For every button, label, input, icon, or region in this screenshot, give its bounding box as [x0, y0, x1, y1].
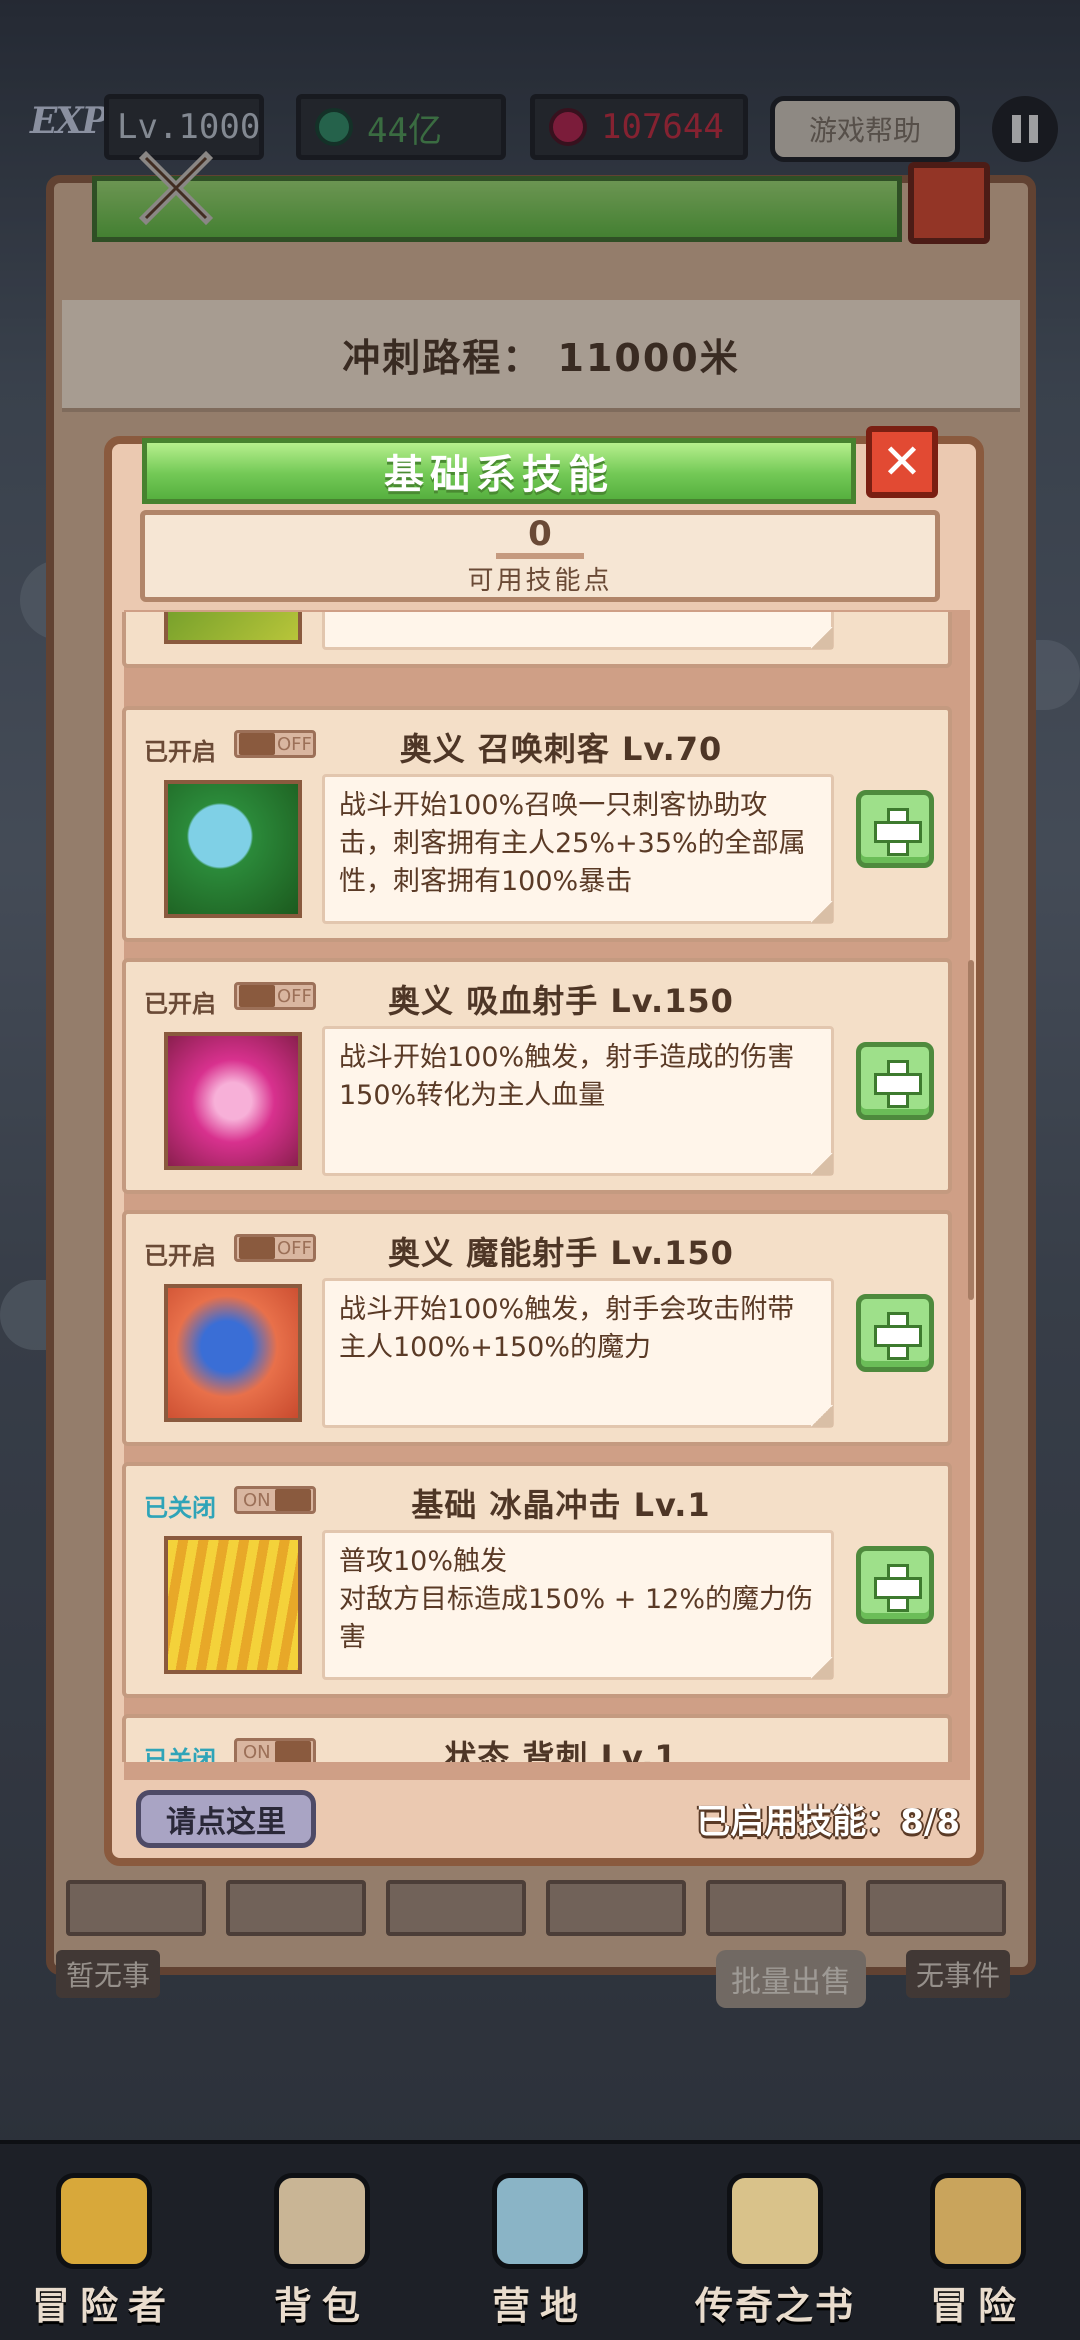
skill-modal-title: 基础系技能	[142, 438, 856, 504]
skill-card: 已关闭 ON 状态 背刺 Lv.1	[122, 1714, 952, 1762]
upgrade-plus-button[interactable]	[856, 790, 934, 868]
skill-name: 奥义 召唤刺客 Lv.70	[399, 730, 723, 768]
skill-description: 战斗开始100%触发，射手造成的伤害150%转化为主人血量	[322, 1026, 834, 1176]
nav-adventure[interactable]: 冒险	[878, 2160, 1078, 2330]
camp-banner-icon	[492, 2173, 588, 2269]
adventurer-helmet-icon	[56, 2173, 152, 2269]
skill-name: 状态 背刺 Lv.1	[444, 1738, 678, 1762]
skill-card: 已开启 OFF 奥义 魔能射手 Lv.150 战斗开始100%触发，射手会攻击附…	[122, 1210, 952, 1446]
nav-label: 传奇之书	[694, 2284, 855, 2328]
nav-camp[interactable]: 营地	[440, 2160, 640, 2330]
skill-points-underline	[496, 553, 584, 559]
skill-description: 战斗开始100%召唤一只刺客协助攻击，刺客拥有主人25%+35%的全部属性，刺客…	[322, 774, 834, 924]
nav-label: 营地	[491, 2284, 588, 2328]
skill-points-label: 可用技能点	[467, 566, 613, 596]
skill-list-scrollbar[interactable]	[968, 960, 974, 1300]
skill-name: 奥义 魔能射手 Lv.150	[388, 1234, 734, 1272]
skill-name: 基础 冰晶冲击 Lv.1	[411, 1486, 711, 1524]
enabled-skills-count: 已启用技能：8/8	[696, 1802, 960, 1842]
skill-description	[322, 612, 834, 650]
magic-archer-skill-icon	[164, 1284, 302, 1422]
skill-card: 已开启 OFF 奥义 吸血射手 Lv.150 战斗开始100%触发，射手造成的伤…	[122, 958, 952, 1194]
skill-modal-close-button[interactable]: ✕	[866, 426, 938, 498]
skill-points-value: 0	[528, 514, 552, 554]
sword-icon	[930, 2173, 1026, 2269]
skill-card: 已开启 OFF 奥义 召唤刺客 Lv.70 战斗开始100%召唤一只刺客协助攻击…	[122, 706, 952, 942]
backpack-icon	[274, 2173, 370, 2269]
nav-legend-book[interactable]: 传奇之书	[660, 2160, 890, 2330]
nav-label: 冒险	[929, 2284, 1026, 2328]
legend-book-icon	[727, 2173, 823, 2269]
assassin-skill-icon	[164, 780, 302, 918]
skill-card: 已关闭 ON 基础 冰晶冲击 Lv.1 普攻10%触发 对敌方目标造成150% …	[122, 1462, 952, 1698]
ice-crystal-skill-icon	[164, 1536, 302, 1674]
nav-label: 冒险者	[31, 2284, 176, 2328]
skill-description: 普攻10%触发 对敌方目标造成150% + 12%的魔力伤害	[322, 1530, 834, 1680]
upgrade-plus-button[interactable]	[856, 1546, 934, 1624]
nav-backpack[interactable]: 背包	[222, 2160, 422, 2330]
skill-list[interactable]: 已开启 OFF 奥义 召唤刺客 Lv.70 战斗开始100%召唤一只刺客协助攻击…	[118, 612, 970, 1762]
vampire-archer-skill-icon	[164, 1032, 302, 1170]
click-here-button[interactable]: 请点这里	[136, 1790, 316, 1848]
skill-description: 战斗开始100%触发，射手会攻击附带主人100%+150%的魔力	[322, 1278, 834, 1428]
nav-label: 背包	[273, 2284, 370, 2328]
upgrade-plus-button[interactable]	[856, 1042, 934, 1120]
upgrade-plus-button[interactable]	[856, 1294, 934, 1372]
skill-icon	[164, 612, 302, 644]
nav-adventurer[interactable]: 冒险者	[4, 2160, 204, 2330]
skill-card-partial	[122, 612, 952, 668]
skill-name: 奥义 吸血射手 Lv.150	[388, 982, 734, 1020]
